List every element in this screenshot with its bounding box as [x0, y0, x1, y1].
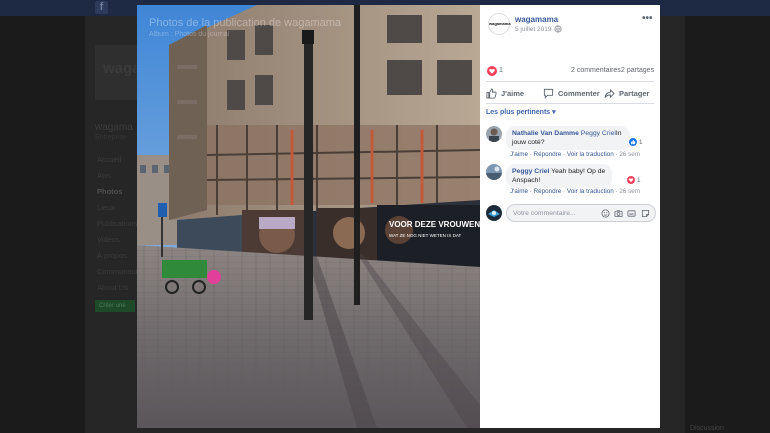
comment-bubble: Peggy Criel Yeah baby! Op de Anspach!	[506, 164, 612, 188]
background-create-button: Créer une	[95, 300, 135, 312]
comment-translate-link[interactable]: Voir la traduction	[567, 188, 614, 195]
comment-bubble: Nathalie Van Damme Peggy CrielIn jouw co…	[506, 126, 630, 150]
like-button[interactable]: J'aime	[486, 86, 524, 100]
comment-timestamp[interactable]: 26 sem	[619, 188, 640, 195]
background-nav-item: Avis	[97, 171, 112, 180]
comment-author-link[interactable]: Peggy Criel	[512, 168, 549, 175]
comment-translate-link[interactable]: Voir la traduction	[567, 151, 614, 158]
billboard-subline: WAT ZE NOG NIET WETEN IS DAT	[389, 233, 462, 238]
divider	[486, 103, 654, 104]
comment-mention-link[interactable]: Peggy Criel	[581, 130, 616, 137]
comment-reaction-summary[interactable]: 1	[627, 138, 645, 146]
comment-reaction-count: 1	[639, 138, 643, 146]
street-photo-image: VOOR DEZE VROUWEN WAT ZE NOG NIET WETEN …	[137, 5, 480, 428]
comment-button-label: Commenter	[558, 88, 600, 98]
comment-reaction-count: 1	[637, 176, 641, 184]
comment-like-link[interactable]: J'aime	[510, 151, 528, 158]
background-nav-item: Publications	[97, 219, 137, 228]
background-discussion-label: Discussion	[690, 425, 724, 432]
commenter-avatar[interactable]	[486, 126, 502, 142]
comment-reply-link[interactable]: Répondre	[534, 151, 562, 158]
love-reaction-icon[interactable]	[487, 66, 497, 76]
page-avatar[interactable]: wagamama	[488, 13, 511, 35]
comment-reaction-summary[interactable]: 1	[625, 176, 643, 184]
gif-icon[interactable]: GIF	[627, 209, 636, 218]
commenter-avatar[interactable]	[486, 164, 502, 180]
background-page-name: wagama	[95, 122, 133, 133]
avatar-image	[486, 164, 502, 180]
background-nav-item: Lieux	[97, 203, 115, 212]
comments-count-link[interactable]: 2 commentaires	[571, 67, 621, 74]
post-date[interactable]: 5 juillet 2019	[515, 26, 552, 33]
svg-text:GIF: GIF	[629, 212, 634, 216]
avatar-image	[486, 205, 502, 221]
comment-author-link[interactable]: Nathalie Van Damme	[512, 130, 579, 137]
comment-like-link[interactable]: J'aime	[510, 188, 528, 195]
comment-icon	[543, 88, 554, 99]
facebook-logo-icon: f	[95, 1, 108, 14]
billboard-headline: VOOR DEZE VROUWEN	[389, 220, 480, 229]
background-nav-item: About Us	[97, 283, 128, 292]
background-nav-item: Photos	[97, 187, 123, 196]
comment-button[interactable]: Commenter	[543, 86, 600, 100]
sticker-icon[interactable]	[641, 209, 650, 218]
shares-count-link[interactable]: 2 partages	[621, 67, 654, 74]
comment-composer[interactable]: GIF	[506, 204, 656, 222]
background-page-category: Entreprise	[95, 134, 127, 141]
comment-actions: J'aime · Répondre · Voir la traduction ·…	[510, 188, 641, 195]
share-icon	[604, 88, 615, 98]
reaction-count[interactable]: 1	[499, 67, 503, 74]
comment-reply-link[interactable]: Répondre	[534, 188, 562, 195]
like-button-label: J'aime	[501, 88, 525, 98]
background-nav-item: Communauté	[97, 267, 137, 276]
background-nav: Accueil Avis Photos Lieux Publications V…	[97, 152, 137, 296]
thumbs-up-icon	[486, 87, 497, 99]
share-button-label: Partager	[619, 88, 650, 98]
post-side-panel: wagamama wagamama 5 juillet 2019 ••• 1 2…	[480, 5, 660, 428]
page-name-link[interactable]: wagamama	[515, 15, 558, 24]
background-nav-item: Accueil	[97, 155, 122, 164]
emoji-icon[interactable]	[601, 209, 610, 218]
avatar-image	[486, 126, 502, 142]
photo-caption: Photos de la publication de wagamama	[149, 17, 342, 29]
love-reaction-icon	[627, 176, 635, 184]
globe-icon	[554, 25, 562, 33]
post-photo[interactable]: VOOR DEZE VROUWEN WAT ZE NOG NIET WETEN …	[137, 5, 480, 428]
comment-actions: J'aime · Répondre · Voir la traduction ·…	[510, 151, 641, 158]
like-reaction-icon	[629, 138, 637, 146]
more-options-icon[interactable]: •••	[642, 13, 653, 24]
divider	[486, 81, 654, 82]
comment-sort-dropdown[interactable]: Les plus pertinents ▾	[486, 108, 556, 116]
comment-timestamp[interactable]: 26 sem	[619, 151, 640, 158]
background-nav-item: À propos	[97, 251, 128, 260]
current-user-avatar[interactable]	[486, 205, 502, 221]
background-brand: waga	[103, 60, 141, 77]
photo-album: Album : Photos du journal	[149, 31, 230, 38]
background-nav-item: Vidéos	[97, 235, 120, 244]
camera-icon[interactable]	[614, 209, 623, 218]
share-button[interactable]: Partager	[604, 86, 649, 100]
comment-input[interactable]	[513, 208, 593, 219]
